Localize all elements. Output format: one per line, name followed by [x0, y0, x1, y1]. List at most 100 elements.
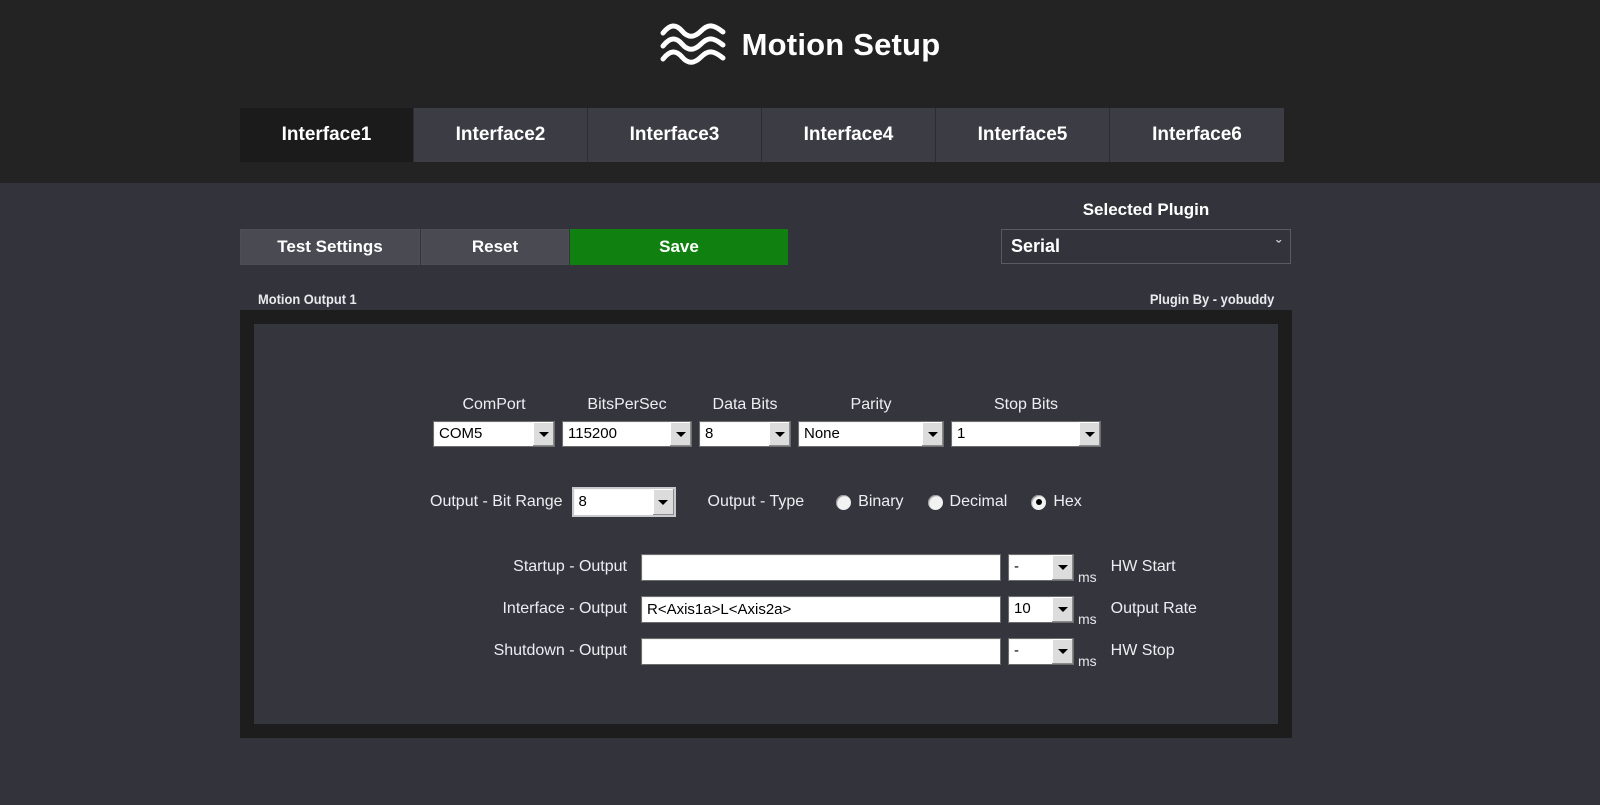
databits-field: Data Bits 8	[699, 396, 791, 447]
stopbits-field: Stop Bits 1	[951, 396, 1101, 447]
tab-interface2[interactable]: Interface2	[414, 108, 588, 162]
shutdown-output-label: Shutdown - Output	[254, 642, 641, 660]
radio-label: Decimal	[950, 493, 1008, 511]
waves-icon	[660, 23, 726, 67]
chevron-down-icon[interactable]	[532, 422, 554, 446]
output-rate-unit: ms	[1078, 611, 1097, 630]
brand: Motion Setup	[0, 0, 1600, 68]
motion-output-label: Motion Output 1	[258, 291, 357, 307]
shutdown-rate-value: -	[1009, 639, 1051, 664]
radio-decimal[interactable]: Decimal	[928, 493, 1008, 511]
chevron-down-icon[interactable]	[1051, 639, 1073, 664]
stopbits-label: Stop Bits	[951, 396, 1101, 414]
serial-settings-row: ComPort COM5 BitsPerSec 115200 Data Bits…	[433, 396, 1101, 447]
comport-field: ComPort COM5	[433, 396, 555, 447]
tab-interface3[interactable]: Interface3	[588, 108, 762, 162]
databits-dropdown[interactable]: 8	[699, 421, 791, 447]
radio-icon-selected	[1031, 495, 1046, 510]
output-config-row: Output - Bit Range 8 Output - Type Binar…	[430, 487, 1082, 517]
page-title: Motion Setup	[742, 27, 941, 63]
startup-output-input[interactable]	[641, 554, 1001, 581]
startup-rate-value: -	[1009, 555, 1051, 580]
plugin-author-label: Plugin By - yobuddy	[1149, 291, 1274, 307]
bitspersec-dropdown[interactable]: 115200	[562, 421, 692, 447]
interface-output-row: Interface - Output R<Axis1a>L<Axis2a> 10…	[254, 588, 1278, 630]
output-type-radio-group: Binary Decimal Hex	[836, 493, 1082, 511]
app-header: Motion Setup Interface1 Interface2 Inter…	[0, 0, 1600, 183]
button-label: Reset	[472, 237, 518, 257]
tab-interface4[interactable]: Interface4	[762, 108, 936, 162]
reset-button[interactable]: Reset	[421, 229, 569, 265]
bit-range-value: 8	[574, 489, 652, 515]
startup-rate-dropdown[interactable]: -	[1008, 554, 1074, 581]
radio-label: Hex	[1053, 493, 1081, 511]
comport-dropdown[interactable]: COM5	[433, 421, 555, 447]
tab-interface5[interactable]: Interface5	[936, 108, 1110, 162]
selected-plugin-value: Serial	[1011, 236, 1276, 257]
output-rate-dropdown[interactable]: 10	[1008, 596, 1074, 623]
shutdown-output-note: HW Stop	[1111, 642, 1175, 660]
parity-value: None	[799, 422, 921, 446]
test-settings-button[interactable]: Test Settings	[240, 229, 420, 265]
radio-icon	[836, 495, 851, 510]
radio-label: Binary	[858, 493, 903, 511]
panel-caption: Motion Output 1 Plugin By - yobuddy	[240, 288, 1292, 310]
tab-label: Interface6	[1152, 124, 1242, 146]
tab-label: Interface2	[456, 124, 546, 146]
tab-interface1[interactable]: Interface1	[240, 108, 414, 162]
startup-output-row: Startup - Output - ms HW Start	[254, 546, 1278, 588]
tab-label: Interface5	[978, 124, 1068, 146]
bitspersec-label: BitsPerSec	[562, 396, 692, 414]
shutdown-output-row: Shutdown - Output - ms HW Stop	[254, 630, 1278, 672]
chevron-down-icon[interactable]	[669, 422, 691, 446]
radio-icon	[928, 495, 943, 510]
selected-plugin-dropdown[interactable]: Serial ˇ	[1001, 229, 1291, 264]
save-button[interactable]: Save	[570, 229, 788, 265]
stopbits-value: 1	[952, 422, 1078, 446]
chevron-down-icon[interactable]	[652, 489, 674, 515]
shutdown-output-input[interactable]	[641, 638, 1001, 665]
radio-hex[interactable]: Hex	[1031, 493, 1081, 511]
interface-output-input[interactable]: R<Axis1a>L<Axis2a>	[641, 596, 1001, 623]
parity-label: Parity	[798, 396, 944, 414]
chevron-down-icon[interactable]	[768, 422, 790, 446]
stopbits-dropdown[interactable]: 1	[951, 421, 1101, 447]
tab-label: Interface1	[282, 124, 372, 146]
button-label: Test Settings	[277, 237, 382, 257]
bit-range-dropdown[interactable]: 8	[572, 487, 676, 517]
startup-output-note: HW Start	[1111, 558, 1176, 576]
tab-label: Interface3	[630, 124, 720, 146]
output-rows: Startup - Output - ms HW Start Interface…	[254, 546, 1278, 672]
comport-label: ComPort	[433, 396, 555, 414]
databits-value: 8	[700, 422, 768, 446]
chevron-down-icon: ˇ	[1276, 238, 1281, 255]
motion-output-panel: ComPort COM5 BitsPerSec 115200 Data Bits…	[240, 310, 1292, 738]
tab-interface6[interactable]: Interface6	[1110, 108, 1284, 162]
chevron-down-icon[interactable]	[1051, 555, 1073, 580]
chevron-down-icon[interactable]	[921, 422, 943, 446]
selected-plugin-label: Selected Plugin	[1001, 200, 1291, 220]
output-rate-value: 10	[1009, 597, 1051, 622]
databits-label: Data Bits	[699, 396, 791, 414]
panel-inner: ComPort COM5 BitsPerSec 115200 Data Bits…	[254, 324, 1278, 724]
startup-output-label: Startup - Output	[254, 558, 641, 576]
output-rate-note: Output Rate	[1111, 600, 1197, 618]
radio-binary[interactable]: Binary	[836, 493, 903, 511]
action-toolbar: Test Settings Reset Save	[240, 229, 789, 265]
shutdown-rate-dropdown[interactable]: -	[1008, 638, 1074, 665]
selected-plugin: Selected Plugin Serial ˇ	[1001, 200, 1291, 264]
bitspersec-field: BitsPerSec 115200	[562, 396, 692, 447]
interface-tabs: Interface1 Interface2 Interface3 Interfa…	[240, 108, 1284, 162]
interface-output-label: Interface - Output	[254, 600, 641, 618]
shutdown-rate-unit: ms	[1078, 653, 1097, 672]
chevron-down-icon[interactable]	[1078, 422, 1100, 446]
output-type-label: Output - Type	[708, 493, 805, 511]
bitspersec-value: 115200	[563, 422, 669, 446]
parity-dropdown[interactable]: None	[798, 421, 944, 447]
startup-rate-unit: ms	[1078, 569, 1097, 588]
tab-label: Interface4	[804, 124, 894, 146]
parity-field: Parity None	[798, 396, 944, 447]
button-label: Save	[659, 237, 699, 257]
chevron-down-icon[interactable]	[1051, 597, 1073, 622]
comport-value: COM5	[434, 422, 532, 446]
